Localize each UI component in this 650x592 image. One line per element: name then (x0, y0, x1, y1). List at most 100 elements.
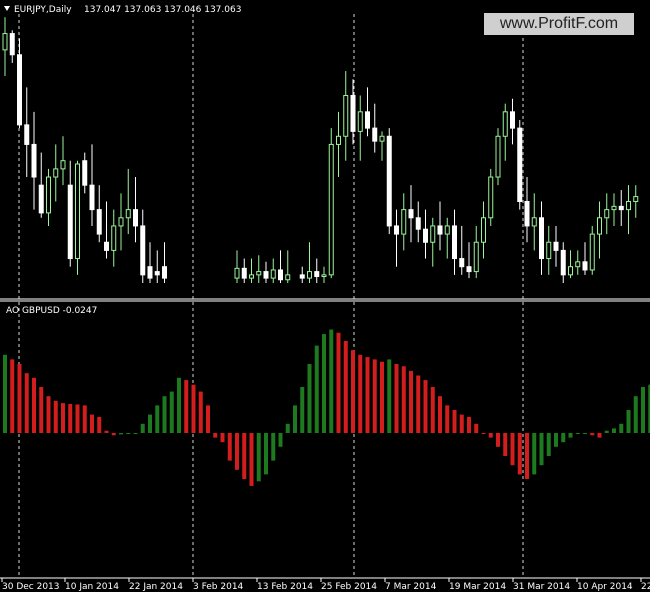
candle-body (560, 249, 566, 276)
x-axis-labels: 30 Dec 2013 10 Jan 2014 22 Jan 2014 3 Feb 2… (1, 578, 650, 592)
candle (582, 242, 588, 275)
candle (256, 255, 262, 283)
candle-body (249, 274, 254, 279)
candle-body (321, 274, 327, 277)
ao-bar (97, 416, 102, 433)
candle (394, 209, 399, 267)
candle-body (430, 225, 436, 243)
ao-bar (213, 433, 218, 438)
x-tick-label: 22 (641, 582, 650, 592)
candle-body (575, 261, 581, 268)
candle (575, 250, 581, 275)
candle-body (495, 135, 501, 178)
ao-bar (126, 433, 131, 434)
ao-bar (554, 433, 558, 447)
ao-bar (380, 361, 384, 433)
ao-bar (235, 433, 239, 470)
candle-body (67, 184, 73, 260)
candle (452, 209, 457, 275)
candle-body (481, 217, 486, 243)
candle (466, 242, 472, 279)
candle (560, 242, 566, 283)
candle-body (466, 266, 472, 273)
ao-bar (184, 380, 189, 433)
candle (481, 201, 486, 259)
ao-bar (322, 334, 326, 433)
candle (133, 177, 138, 243)
candle (459, 225, 465, 275)
x-tick-label: 13 Feb 2014 (257, 582, 313, 592)
candle-body (147, 266, 153, 279)
candle (17, 38, 22, 129)
candle (278, 250, 283, 283)
candle (9, 30, 15, 63)
candle-body (546, 241, 552, 260)
ao-bar (17, 364, 22, 433)
candle (270, 258, 276, 283)
ao-bar (169, 391, 174, 433)
ao-bar (503, 433, 508, 456)
candle (307, 242, 312, 283)
candle (38, 152, 44, 218)
candle (75, 160, 80, 275)
candle-body (140, 225, 146, 276)
candle (241, 258, 247, 283)
ao-bar (119, 433, 123, 435)
dropdown-triangle-icon[interactable] (4, 6, 10, 11)
ao-bar (438, 396, 442, 433)
ao-bar (394, 364, 399, 433)
candle-body (365, 111, 370, 129)
candle (517, 119, 523, 210)
candle (423, 209, 428, 259)
candle-body (162, 266, 167, 279)
candle-body (270, 269, 276, 279)
candle (321, 266, 327, 283)
candle-body (524, 200, 530, 227)
candle (531, 193, 537, 251)
candle (299, 266, 305, 283)
candle-body (31, 143, 37, 178)
candle-body (553, 241, 559, 251)
candle (488, 168, 494, 226)
ao-bar (488, 433, 493, 438)
ao-bar (343, 341, 348, 433)
ao-bar (162, 396, 167, 433)
candle-body (314, 271, 320, 277)
candle (67, 160, 73, 267)
ao-bar (191, 384, 196, 433)
ao-bar (561, 433, 566, 443)
candle-body (89, 184, 95, 211)
ao-bar (590, 433, 595, 436)
ao-bar (39, 387, 44, 433)
candle-body (60, 160, 66, 170)
candle (162, 242, 167, 283)
candle (408, 185, 414, 243)
ao-bar (24, 373, 29, 433)
candle (2, 17, 8, 76)
candle-body (46, 176, 51, 214)
ao-bar (227, 433, 232, 461)
candle-body (488, 176, 494, 219)
candle (60, 136, 66, 186)
candle (82, 152, 88, 194)
candle-body (328, 143, 334, 276)
price-ohlc-label: 137.047 137.063 137.046 137.063 (84, 5, 241, 15)
candle-body (539, 217, 544, 260)
candle (611, 193, 617, 226)
price-symbol-label: EURJPY,Daily (14, 5, 72, 15)
ao-bar (177, 377, 181, 433)
candle (263, 261, 269, 283)
ao-bar (220, 433, 225, 443)
candle-body (241, 267, 247, 279)
candle-body (611, 205, 617, 211)
ao-bar (612, 428, 616, 433)
candle-body (234, 267, 240, 279)
ao-bar (445, 405, 450, 433)
candle (510, 98, 515, 145)
candle (314, 258, 320, 283)
candle (568, 250, 573, 279)
ao-bar (583, 433, 587, 434)
candle-body (626, 200, 631, 211)
candle (589, 225, 595, 275)
candle-body (357, 111, 363, 132)
